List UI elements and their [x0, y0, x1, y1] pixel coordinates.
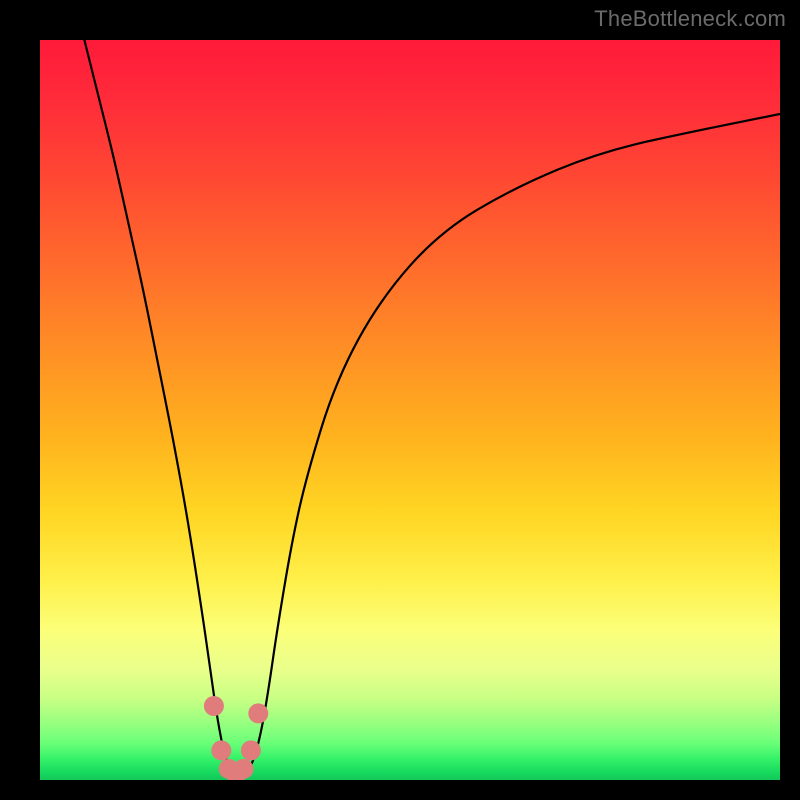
marker-point	[234, 759, 254, 779]
marker-point	[211, 740, 231, 760]
marker-point	[248, 703, 268, 723]
watermark-text: TheBottleneck.com	[594, 6, 786, 32]
marker-point	[204, 696, 224, 716]
plot-area	[40, 40, 780, 780]
curve-path	[84, 40, 780, 775]
marker-point	[241, 740, 261, 760]
chart-frame: TheBottleneck.com	[0, 0, 800, 800]
bottleneck-curve	[40, 40, 780, 780]
